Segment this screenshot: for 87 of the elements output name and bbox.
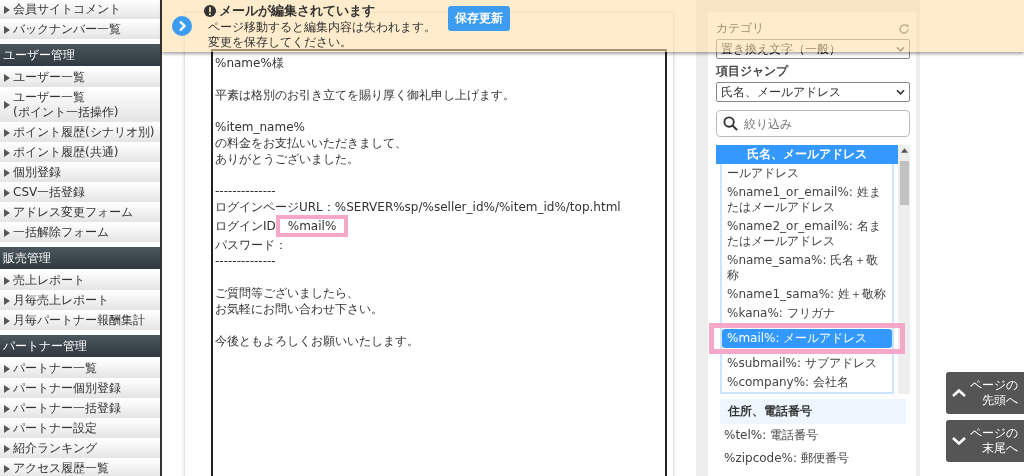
triangle-icon [4,228,10,237]
editor-line: 今後ともよろしくお願いいたします。 [215,333,420,349]
triangle-icon [4,73,10,82]
triangle-icon [4,364,10,373]
triangle-icon [4,464,10,473]
editor-line: ログインページURL：%SERVER%sp/%seller_id%/%item_id%/top.html [215,199,622,215]
sidebar-item[interactable]: 紹介ランキング [0,439,160,459]
list-item[interactable]: %company%: 会社名 [722,373,892,392]
sidebar-item[interactable]: ポイント履歴(シナリオ別) [0,123,160,143]
list-item[interactable]: %tel%: 電話番号 [716,424,910,447]
sidebar-item[interactable]: パートナー一括登録 [0,399,160,419]
triangle-icon [4,101,10,109]
sidebar-section-header: ユーザー管理 [0,44,160,66]
list-item[interactable]: %name1_sama%: 姓＋敬称 [722,285,892,304]
sidebar-section-header: パートナー管理 [0,335,160,357]
list-item[interactable]: %name2_or_email%: 名またはメールアドレス [722,217,892,251]
sidebar-item[interactable]: CSV一括登録 [0,183,160,203]
chevron-down-icon [896,89,905,95]
scrollbar-thumb[interactable] [899,161,909,205]
sidebar-item[interactable]: 月毎売上レポート [0,291,160,311]
page-scroll-button[interactable]: ページの 末尾へ [946,420,1024,462]
editor-line: ログインID [215,218,276,234]
sidebar-item[interactable]: バックナンバー一覧 [0,20,160,40]
sidebar-item[interactable]: 売上レポート [0,271,160,291]
editor-line: 平素は格別のお引き立てを賜り厚く御礼申し上げます。 [215,87,516,103]
chevron-down-icon [952,437,966,445]
sidebar-item[interactable]: ユーザー一覧 [0,68,160,88]
scrollbar[interactable] [898,145,910,394]
editor-line: %name%様 [215,55,285,71]
triangle-icon [4,148,10,157]
editor-line: -------------- [215,253,277,269]
list-item[interactable]: %kana%: フリガナ [722,304,892,323]
chevron-down-icon [896,46,905,52]
sidebar-item[interactable]: パートナー設定 [0,419,160,439]
sidebar-item[interactable]: ユーザー一覧 (ポイント一括操作) [0,88,160,123]
sidebar-item[interactable]: パートナー個別登録 [0,379,160,399]
triangle-icon [4,384,10,393]
category-label: カテゴリ [716,20,764,37]
sidebar-item[interactable]: 月毎パートナー報酬集計 [0,311,160,331]
triangle-icon [4,276,10,285]
list-item[interactable]: %name1_or_email%: 姓またはメールアドレス [722,183,892,217]
list-item[interactable]: %zipcode%: 郵便番号 [716,447,910,470]
triangle-icon [4,316,10,325]
sidebar-item[interactable]: アドレス変更フォーム [0,203,160,223]
triangle-icon [4,424,10,433]
triangle-icon [4,5,10,14]
sidebar-item[interactable]: ポイント履歴(共通) [0,143,160,163]
banner-message: ページ移動すると編集内容は失われます。 [208,20,436,35]
chevron-right-icon[interactable] [172,16,192,36]
editor-line: お気軽にお問い合わせ下さい。 [215,301,384,317]
banner-message: 変更を保存してください。 [208,35,353,50]
editor-line: ご質問等ございましたら、 [215,285,360,301]
editor-line: パスワード： [215,237,288,253]
highlighted-text: %mail% [275,215,349,237]
jump-select[interactable]: 氏名、メールアドレス [716,82,910,102]
page-scroll-button[interactable]: ページの 先頭へ [946,372,1024,414]
triangle-icon [4,444,10,453]
triangle-icon [4,296,10,305]
triangle-icon [4,188,10,197]
search-icon [723,116,738,131]
editor-line: ありがとうございました。 [215,151,360,167]
triangle-icon [4,208,10,217]
sidebar-item[interactable]: アクセス履歴一覧 [0,459,160,476]
sidebar-item[interactable]: 一括解除フォーム [0,223,160,243]
list-item[interactable]: %name_sama%: 氏名＋敬称 [722,251,892,285]
search-field[interactable]: 絞り込み [716,110,910,137]
sidebar-item[interactable]: パートナー一覧 [0,359,160,379]
sidebar-section-header: 販売管理 [0,247,160,269]
editor-line: の料金をお支払いいただきまして、 [215,135,408,151]
triangle-icon [4,168,10,177]
list-item[interactable]: %submail%: サブアドレス [722,354,892,373]
chevron-up-icon [952,389,966,397]
jump-label: 項目ジャンプ [716,63,790,80]
banner-title: メールが編集されています [219,2,375,20]
list-item[interactable]: ールアドレス [722,164,892,183]
editor-line: -------------- [215,183,277,199]
triangle-icon [4,404,10,413]
editor-line: %item_name% [215,119,306,135]
list-group-header: 住所、電話番号 [720,399,906,424]
sidebar-item[interactable]: 会員サイトコメント [0,0,160,20]
triangle-icon [4,128,10,137]
scroll-up-arrow-icon[interactable] [900,148,908,153]
list-group-header: 氏名、メールアドレス [716,145,898,164]
sidebar-item[interactable]: 個別登録 [0,163,160,183]
refresh-icon[interactable] [898,22,910,35]
triangle-icon [4,25,10,34]
exclamation-icon [204,5,216,17]
